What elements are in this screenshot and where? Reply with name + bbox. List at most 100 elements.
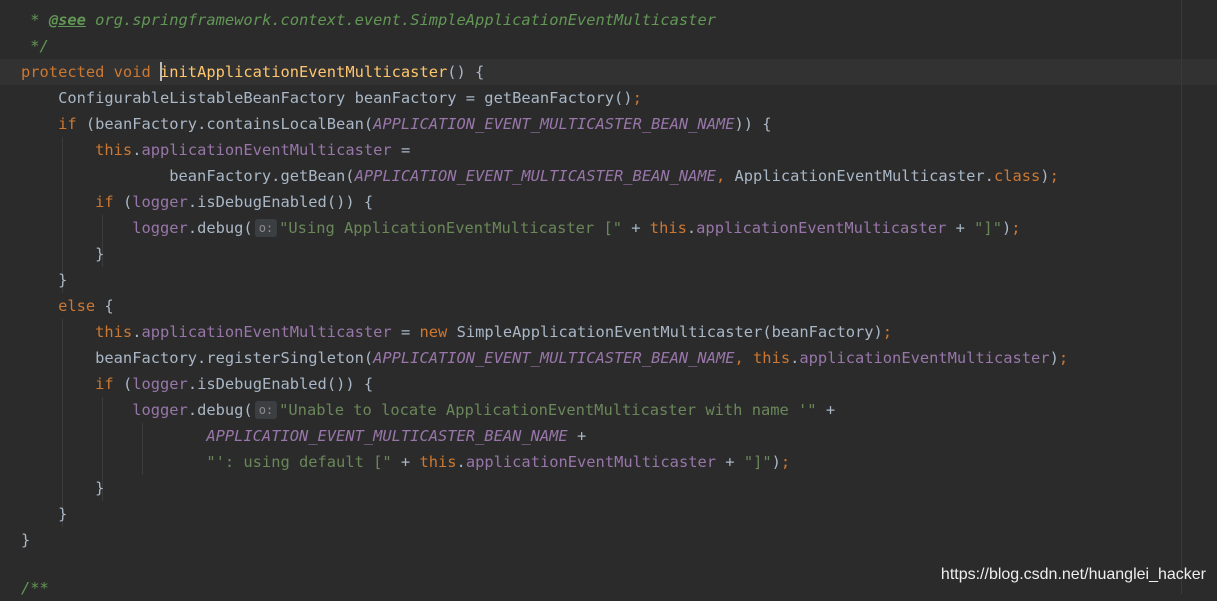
code-line[interactable]: ConfigurableListableBeanFactory beanFact… (21, 85, 1181, 111)
code-text: ) (1049, 349, 1059, 367)
watermark-url: https://blog.csdn.net/huanglei_hacker (940, 566, 1206, 583)
method-name: initApplicationEventMulticaster (160, 63, 448, 81)
keyword: if (21, 115, 77, 133)
keyword: this (649, 219, 687, 237)
code-text: ) (1040, 167, 1050, 185)
semicolon: ; (1011, 219, 1021, 237)
code-text: + (621, 219, 650, 237)
code-text: } (21, 271, 68, 289)
string-literal: "Unable to locate ApplicationEventMultic… (279, 401, 817, 419)
javadoc-see-reference: org.springframework.context.event.Simple… (85, 11, 716, 29)
right-margin-guide (1181, 0, 1182, 594)
code-line[interactable]: } (21, 267, 1181, 293)
code-text: + (567, 427, 587, 445)
code-line[interactable]: } (21, 241, 1181, 267)
code-line[interactable]: if (logger.isDebugEnabled()) { (21, 371, 1181, 397)
code-text: beanFactory.registerSingleton( (21, 349, 374, 367)
code-text: } (21, 531, 31, 549)
field: logger (132, 375, 188, 393)
code-line[interactable]: APPLICATION_EVENT_MULTICASTER_BEAN_NAME … (21, 423, 1181, 449)
code-line[interactable]: logger.debug(o: "Unable to locate Applica… (21, 397, 1181, 423)
code-line-javadoc-end[interactable]: */ (21, 33, 1181, 59)
code-line[interactable]: "': using default [" + this.applicationE… (21, 449, 1181, 475)
parameter-hint: o: (254, 219, 278, 237)
code-text: + (391, 453, 420, 471)
comma: , (715, 167, 726, 185)
code-line[interactable]: else { (21, 293, 1181, 319)
field: applicationEventMulticaster (799, 349, 1050, 367)
code-text: .isDebugEnabled()) { (187, 193, 374, 211)
code-text: ( (113, 375, 133, 393)
field: applicationEventMulticaster (141, 141, 392, 159)
keyword: protected void (21, 63, 160, 81)
code-line[interactable]: this.applicationEventMulticaster = (21, 137, 1181, 163)
code-editor[interactable]: * @see org.springframework.context.event… (0, 0, 1217, 597)
code-text: ) (771, 453, 781, 471)
code-text: .debug( (187, 219, 253, 237)
constant: APPLICATION_EVENT_MULTICASTER_BEAN_NAME (206, 427, 568, 445)
code-line[interactable]: } (21, 527, 1181, 553)
keyword: this (21, 323, 133, 341)
comment-close: */ (21, 37, 49, 55)
keyword: else (21, 297, 96, 315)
semicolon: ; (632, 89, 642, 107)
constant: APPLICATION_EVENT_MULTICASTER_BEAN_NAME (373, 349, 735, 367)
keyword: new (419, 323, 448, 341)
javadoc-see-tag: @see (48, 11, 86, 29)
semicolon: ; (1058, 349, 1069, 367)
keyword: this (21, 141, 133, 159)
string-literal: "': using default [" (206, 453, 392, 471)
code-text: () { (447, 63, 485, 81)
code-text: + (816, 401, 836, 419)
semicolon: ; (1049, 167, 1059, 185)
code-text: .debug( (187, 401, 253, 419)
code-text: ApplicationEventMulticaster. (725, 167, 994, 185)
comment-open: /** (21, 579, 49, 597)
code-line[interactable]: if (logger.isDebugEnabled()) { (21, 189, 1181, 215)
constant: APPLICATION_EVENT_MULTICASTER_BEAN_NAME (373, 115, 735, 133)
string-literal: "Using ApplicationEventMulticaster [" (279, 219, 622, 237)
field: applicationEventMulticaster (141, 323, 392, 341)
code-text: .isDebugEnabled()) { (187, 375, 374, 393)
string-literal: "]" (743, 453, 772, 471)
code-line[interactable]: beanFactory.registerSingleton(APPLICATIO… (21, 345, 1181, 371)
code-line-method-declaration[interactable]: protected void initApplicationEventMulti… (21, 59, 1181, 85)
field: logger (132, 401, 188, 419)
code-text: } (21, 245, 105, 263)
code-text: ( (113, 193, 133, 211)
code-text: = (391, 323, 420, 341)
code-text: . (686, 219, 697, 237)
code-line[interactable]: if (beanFactory.containsLocalBean(APPLIC… (21, 111, 1181, 137)
semicolon: ; (882, 323, 893, 341)
code-line[interactable]: beanFactory.getBean(APPLICATION_EVENT_MU… (21, 163, 1181, 189)
code-line[interactable]: this.applicationEventMulticaster = new S… (21, 319, 1181, 345)
code-text: = (391, 141, 411, 159)
string-literal: "]" (974, 219, 1002, 237)
code-line-javadoc-see[interactable]: * @see org.springframework.context.event… (21, 7, 1181, 33)
code-line[interactable]: } (21, 501, 1181, 527)
keyword: if (21, 193, 114, 211)
comment-star: * (21, 11, 49, 29)
code-text: } (21, 479, 105, 497)
code-text: ) (1001, 219, 1012, 237)
keyword: if (21, 375, 114, 393)
code-text: } (21, 505, 68, 523)
constant: APPLICATION_EVENT_MULTICASTER_BEAN_NAME (354, 167, 716, 185)
field: applicationEventMulticaster (696, 219, 947, 237)
code-line[interactable]: logger.debug(o: "Using ApplicationEventMu… (21, 215, 1181, 241)
code-text: . (456, 453, 466, 471)
code-line[interactable]: } (21, 475, 1181, 501)
code-text: + (946, 219, 975, 237)
code-text: + (716, 453, 744, 471)
keyword: this (419, 453, 457, 471)
code-text: . (790, 349, 800, 367)
code-text: { (95, 297, 114, 315)
code-text: beanFactory.getBean( (21, 167, 355, 185)
field: applicationEventMulticaster (465, 453, 717, 471)
code-text: SimpleApplicationEventMulticaster(beanFa… (447, 323, 883, 341)
parameter-hint: o: (254, 401, 278, 419)
